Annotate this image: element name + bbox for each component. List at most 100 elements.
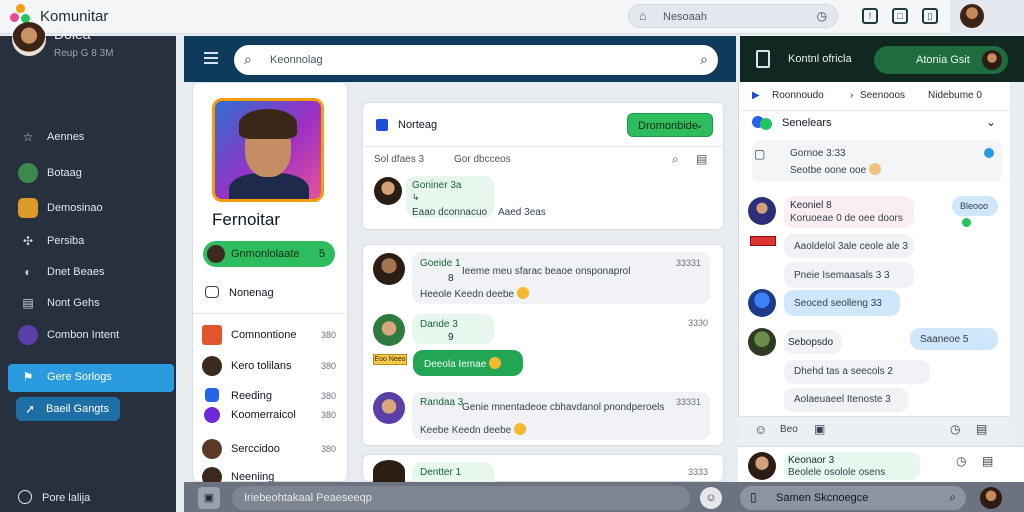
avatar[interactable] [373,392,405,424]
emoji-icon [516,287,529,299]
chat-tabs: ▶ Roonnoudo › Seenooos Nidebume 0 [752,90,1002,104]
list-item-count: 380 [320,330,336,340]
comment-text: Eaao dconnacuo [412,207,488,218]
messaging-link[interactable]: Nonenag [205,286,274,299]
avatar[interactable] [373,460,405,482]
rocket-icon: ➚ [24,402,36,416]
avatar[interactable] [748,328,776,356]
notice-line2-text: Seotbe oone ooe [790,165,867,176]
list-item[interactable]: Kero tolilans 380 [200,355,340,377]
avatar[interactable] [748,289,776,317]
circle-icon [204,407,220,423]
grid-icon[interactable]: ▤ [982,454,993,468]
profile-button[interactable]: Atonia Gsit [874,46,1008,74]
emoji-picker-icon[interactable]: ☺ [754,422,767,437]
tab-2[interactable]: Nidebume 0 [928,90,982,101]
message-line2: Keebe Keedn deebe [420,423,527,436]
puzzle-icon: ✣ [22,234,34,248]
list-item-label: Koomerraicol [231,409,296,421]
chat-author: Keoniel 8 [790,200,832,211]
clock-icon[interactable]: ◷ [817,9,827,23]
chat-text: Koruoeae 0 de oee doors [790,213,903,224]
sidebar-item-3[interactable]: ✣ Persiba [0,228,176,254]
star-icon: ☆ [22,130,34,144]
message-line2-text: Heeole Keedn deebe [420,289,514,300]
search-icon: ⌕ [244,51,252,67]
post-icon [376,119,388,131]
sidebar-item-label: Gere Sorlogs [47,371,112,383]
list-item-label: Kero tolilans [231,360,292,372]
sidebar-item-4[interactable]: ◐ Dnet Beaes [0,259,176,285]
profile-stats: Reup G 8 3M [54,48,114,59]
attach-icon[interactable]: ▣ [198,487,220,509]
avatar[interactable] [373,253,405,285]
main-search-input[interactable]: ⌕ Keonnolag ⌕ [234,45,718,75]
sidebar-item-8[interactable]: ➚ Baeil Gangts [16,397,120,421]
bookmark-icon[interactable]: ▯ [922,8,938,24]
list-item[interactable]: Serccidoo 380 [200,438,340,460]
emoji-button-icon[interactable]: ☺ [700,487,722,509]
chat-text: Pneie Isemaasals 3 3 [794,270,890,281]
message-icon [205,286,219,298]
scrollbar[interactable] [1012,82,1024,444]
message-author: Dande 3 [420,319,458,330]
planet-icon [18,325,38,345]
doc-icon[interactable]: □ [892,8,908,24]
user-menu[interactable] [950,0,1024,34]
grid-icon[interactable]: ▤ [976,422,987,436]
avatar[interactable] [374,177,402,205]
chat-footer [738,416,1010,444]
sidebar-item-6[interactable]: Combon Intent [0,322,176,348]
top-search-placeholder: Nesoaah [663,11,708,23]
chat-badge: Saaneoe 5 [920,334,969,345]
avatar[interactable] [960,4,984,28]
divider [740,110,1010,111]
avatar[interactable] [748,452,776,480]
menu-icon[interactable] [204,52,218,64]
game-cover-image[interactable] [212,98,324,202]
reply-icon: ↳ [412,192,420,202]
comment-author: Goniner 3a [412,180,462,191]
post-action-button[interactable]: Dromonbide ⌄ [627,113,713,137]
message-time: 3330 [688,318,709,328]
list-item-count: 380 [320,391,336,401]
attach-icon[interactable]: ▣ [814,422,825,436]
sidebar-item-7[interactable]: ⚑ Gere Sorlogs [8,364,174,392]
alert-icon[interactable]: ! [862,8,878,24]
tab-0[interactable]: Roonnoudo [772,90,824,101]
clock-icon[interactable]: ◷ [950,422,960,436]
chest-icon [18,198,38,218]
list-item-label: Reeding [231,390,272,402]
tab-1[interactable]: Seenooos [860,90,905,101]
bottom-search-input[interactable]: ▯ Samen Skcnoegce ⌕ [740,486,966,510]
message-composer[interactable]: Iriebeohtakaal Peaeseeqp [232,486,690,510]
sidebar-item-label: Demosinao [47,202,103,214]
sidebar-item-5[interactable]: ▤ Nont Gehs [0,290,176,316]
list-item[interactable]: Koomerraicol 380 [200,404,340,426]
search-icon: ⌕ [949,490,956,504]
clock-icon[interactable]: ◷ [956,454,966,468]
top-search-input[interactable]: ⌂ Nesoaah ◷ [628,4,838,28]
list-item-count: 380 [320,444,336,454]
group-icon-2 [760,118,772,130]
sidebar-item-2[interactable]: Demosinao [0,195,176,221]
message-author: Goeide 1 [420,258,461,269]
search-submit-icon[interactable]: ⌕ [700,51,708,68]
chat-text: Aaoldelol 3ale ceole ale 3 [794,241,908,252]
profile-avatar[interactable] [12,22,46,56]
sidebar-item-1[interactable]: Botaag [0,160,176,186]
avatar[interactable] [373,314,405,346]
join-count: 5 [318,248,325,260]
chevron-down-icon[interactable]: ⌄ [986,115,996,129]
avatar[interactable] [748,197,776,225]
list-item[interactable]: Comnontione 380 [200,324,340,346]
sidebar-bottom-item[interactable]: Pore lalija [18,490,90,504]
home-icon: ⌂ [639,9,647,23]
fire-icon [202,325,222,345]
avatar[interactable] [980,487,1002,509]
join-community-button[interactable]: Gnmonlolaate 5 [203,241,335,267]
sidebar-item-0[interactable]: ☆ Aennes [0,124,176,150]
chat-author: Sebopsdo [788,337,834,348]
search-icon[interactable]: ⌕ [672,152,679,167]
grid-icon[interactable]: ▤ [696,152,707,166]
